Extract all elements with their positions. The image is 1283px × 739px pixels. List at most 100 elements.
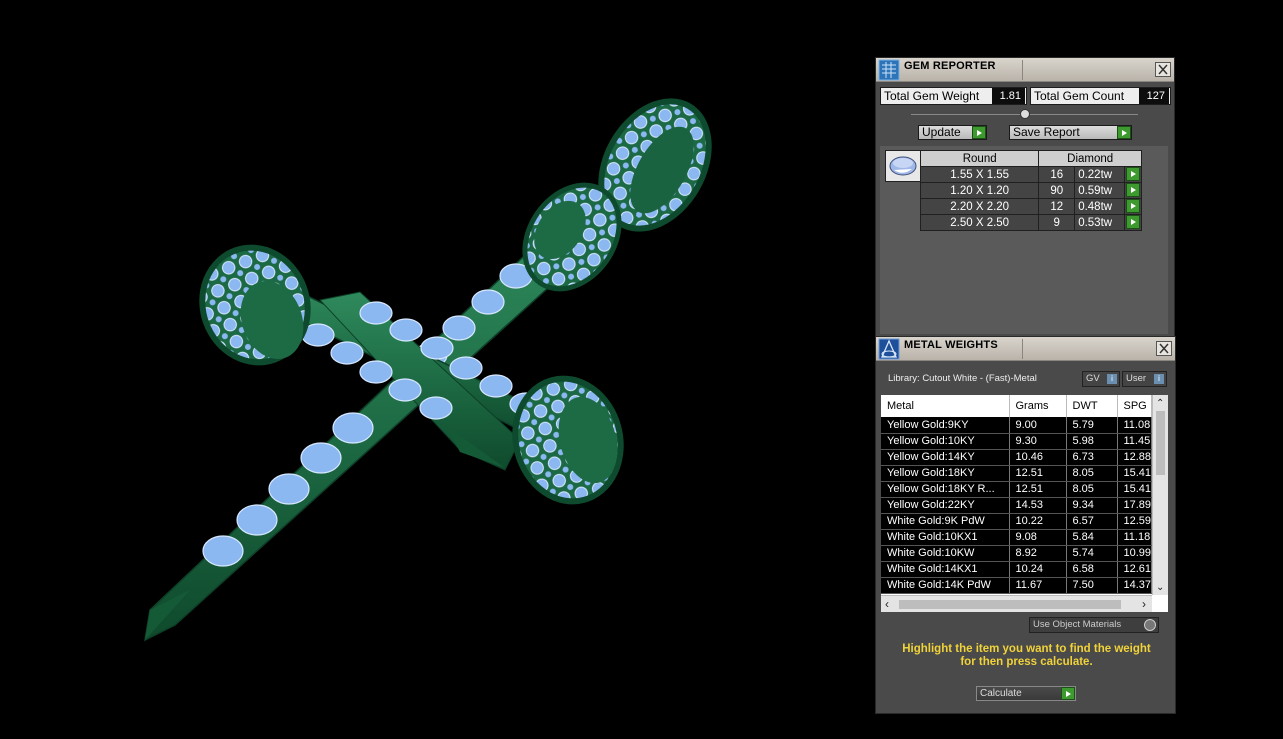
metal-spg: 12.59 — [1117, 513, 1152, 530]
vertical-scrollbar[interactable]: ⌃ ⌄ — [1152, 395, 1168, 595]
metal-dwt: 6.73 — [1066, 449, 1118, 466]
metal-weights-panel: METAL WEIGHTS Library: Cutout White - (F… — [875, 336, 1176, 714]
scroll-up-icon[interactable]: ⌃ — [1156, 398, 1164, 409]
play-icon — [1061, 687, 1075, 700]
metal-grams: 12.51 — [1009, 481, 1067, 498]
calculate-button[interactable]: Calculate — [976, 686, 1076, 701]
metal-table-header: Metal Grams DWT SPG — [881, 395, 1152, 417]
metal-name: White Gold:14K PdW — [881, 577, 1010, 594]
scroll-left-icon[interactable]: ‹ — [885, 597, 889, 611]
titlebar-separator — [1022, 339, 1023, 359]
metal-name: Yellow Gold:18KY — [881, 465, 1010, 482]
gem-row-go[interactable] — [1124, 166, 1142, 183]
divider-handle[interactable] — [1020, 109, 1030, 119]
round-diamond-thumbnail[interactable] — [885, 150, 921, 182]
metal-dwt: 9.34 — [1066, 497, 1118, 514]
gem-row[interactable]: 1.55 X 1.55 16 0.22tw — [919, 166, 1142, 183]
metal-grams: 10.24 — [1009, 561, 1067, 578]
table-row[interactable]: White Gold:9K PdW 10.22 6.57 12.59 — [881, 513, 1152, 530]
col-metal[interactable]: Metal — [881, 395, 1010, 417]
gem-row[interactable]: 2.20 X 2.20 12 0.48tw — [919, 198, 1142, 215]
calculate-hint: Highlight the item you want to find the … — [884, 643, 1169, 669]
col-grams[interactable]: Grams — [1009, 395, 1067, 417]
table-row[interactable]: White Gold:10KW 8.92 5.74 10.99 — [881, 545, 1152, 562]
gem-row[interactable]: 2.50 X 2.50 9 0.53tw — [919, 214, 1142, 231]
gem-table-header: Round Diamond — [919, 150, 1142, 167]
resize-divider[interactable] — [911, 109, 1138, 119]
metal-grams: 8.92 — [1009, 545, 1067, 562]
play-icon — [1117, 126, 1131, 139]
save-report-button[interactable]: Save Report — [1009, 125, 1132, 140]
scroll-down-icon[interactable]: ⌄ — [1156, 582, 1164, 593]
close-icon — [1158, 64, 1168, 75]
use-object-materials-dropdown[interactable]: Use Object Materials — [1029, 617, 1159, 633]
col-dwt[interactable]: DWT — [1066, 395, 1118, 417]
gem-reporter-titlebar[interactable]: GEM REPORTER — [876, 58, 1174, 82]
col-diamond: Diamond — [1038, 150, 1142, 167]
gem-size: 2.50 X 2.50 — [919, 214, 1040, 231]
info-icon: i — [1107, 374, 1117, 384]
gem-weight: 0.59tw — [1074, 182, 1126, 199]
metal-weights-titlebar[interactable]: METAL WEIGHTS — [876, 337, 1175, 361]
metal-spg: 15.41 — [1117, 481, 1152, 498]
metal-dwt: 7.50 — [1066, 577, 1118, 594]
metal-spg: 15.41 — [1117, 465, 1152, 482]
use-object-materials-label: Use Object Materials — [1033, 619, 1122, 630]
right-cap — [512, 375, 624, 505]
metal-name: Yellow Gold:22KY — [881, 497, 1010, 514]
metal-name: White Gold:10KX1 — [881, 529, 1010, 546]
update-button[interactable]: Update — [918, 125, 987, 140]
hint-line-2: for then press calculate. — [960, 656, 1093, 668]
metal-grams: 9.00 — [1009, 417, 1067, 434]
scroll-thumb[interactable] — [1156, 411, 1165, 475]
metal-name: White Gold:10KW — [881, 545, 1010, 562]
metal-dwt: 5.98 — [1066, 433, 1118, 450]
metal-grams: 9.30 — [1009, 433, 1067, 450]
gear-icon — [1144, 619, 1156, 631]
3d-viewport[interactable] — [0, 0, 870, 739]
table-row[interactable]: Yellow Gold:9KY 9.00 5.79 11.08 — [881, 417, 1152, 434]
metal-grams: 10.46 — [1009, 449, 1067, 466]
hscroll-thumb[interactable] — [899, 600, 1121, 609]
gem-row-go[interactable] — [1124, 198, 1142, 215]
horizontal-scrollbar[interactable]: ‹ › — [881, 595, 1152, 612]
table-row[interactable]: White Gold:14K PdW 11.67 7.50 14.37 — [881, 577, 1152, 594]
info-icon: i — [1154, 374, 1164, 384]
table-row[interactable]: Yellow Gold:14KY 10.46 6.73 12.88 — [881, 449, 1152, 466]
update-label: Update — [922, 125, 961, 139]
close-gem-reporter-button[interactable] — [1155, 62, 1171, 77]
library-label: Library: Cutout White - (Fast)-Metal — [888, 373, 1037, 384]
table-row[interactable]: Yellow Gold:22KY 14.53 9.34 17.89 — [881, 497, 1152, 514]
table-row[interactable]: Yellow Gold:10KY 9.30 5.98 11.45 — [881, 433, 1152, 450]
gem-size: 1.20 X 1.20 — [919, 182, 1040, 199]
col-spg[interactable]: SPG — [1117, 395, 1152, 417]
total-gem-count-value: 127 — [1139, 88, 1169, 104]
gem-row[interactable]: 1.20 X 1.20 90 0.59tw — [919, 182, 1142, 199]
gv-toggle[interactable]: GV i — [1082, 371, 1120, 387]
metal-spg: 17.89 — [1117, 497, 1152, 514]
gem-weight: 0.53tw — [1074, 214, 1126, 231]
table-row[interactable]: White Gold:14KX1 10.24 6.58 12.61 — [881, 561, 1152, 578]
table-row[interactable]: Yellow Gold:18KY 12.51 8.05 15.41 — [881, 465, 1152, 482]
gem-row-go[interactable] — [1124, 214, 1142, 231]
table-row[interactable]: Yellow Gold:18KY R... 12.51 8.05 15.41 — [881, 481, 1152, 498]
table-row[interactable]: White Gold:10KX1 9.08 5.84 11.18 — [881, 529, 1152, 546]
metal-grams: 14.53 — [1009, 497, 1067, 514]
close-metal-weights-button[interactable] — [1156, 341, 1172, 356]
metal-name: Yellow Gold:18KY R... — [881, 481, 1010, 498]
gem-weight: 0.22tw — [1074, 166, 1126, 183]
gem-row-go[interactable] — [1124, 182, 1142, 199]
left-cap — [199, 244, 311, 366]
user-toggle[interactable]: User i — [1122, 371, 1167, 387]
scroll-right-icon[interactable]: › — [1142, 597, 1146, 611]
gem-list-area: Round Diamond 1.55 X 1.55 16 0.22tw 1.20… — [880, 146, 1168, 334]
total-gem-count-field: Total Gem Count 127 — [1030, 87, 1171, 105]
metal-spg: 12.61 — [1117, 561, 1152, 578]
gem-count: 90 — [1038, 182, 1076, 199]
gem-size: 1.55 X 1.55 — [919, 166, 1040, 183]
metal-table-container[interactable]: Metal Grams DWT SPG Yellow Gold:9KY 9.00 5… — [881, 395, 1168, 612]
metal-weights-title: METAL WEIGHTS — [904, 339, 998, 351]
metal-dwt: 5.74 — [1066, 545, 1118, 562]
metal-weights-icon — [878, 338, 900, 360]
gem-size: 2.20 X 2.20 — [919, 198, 1040, 215]
